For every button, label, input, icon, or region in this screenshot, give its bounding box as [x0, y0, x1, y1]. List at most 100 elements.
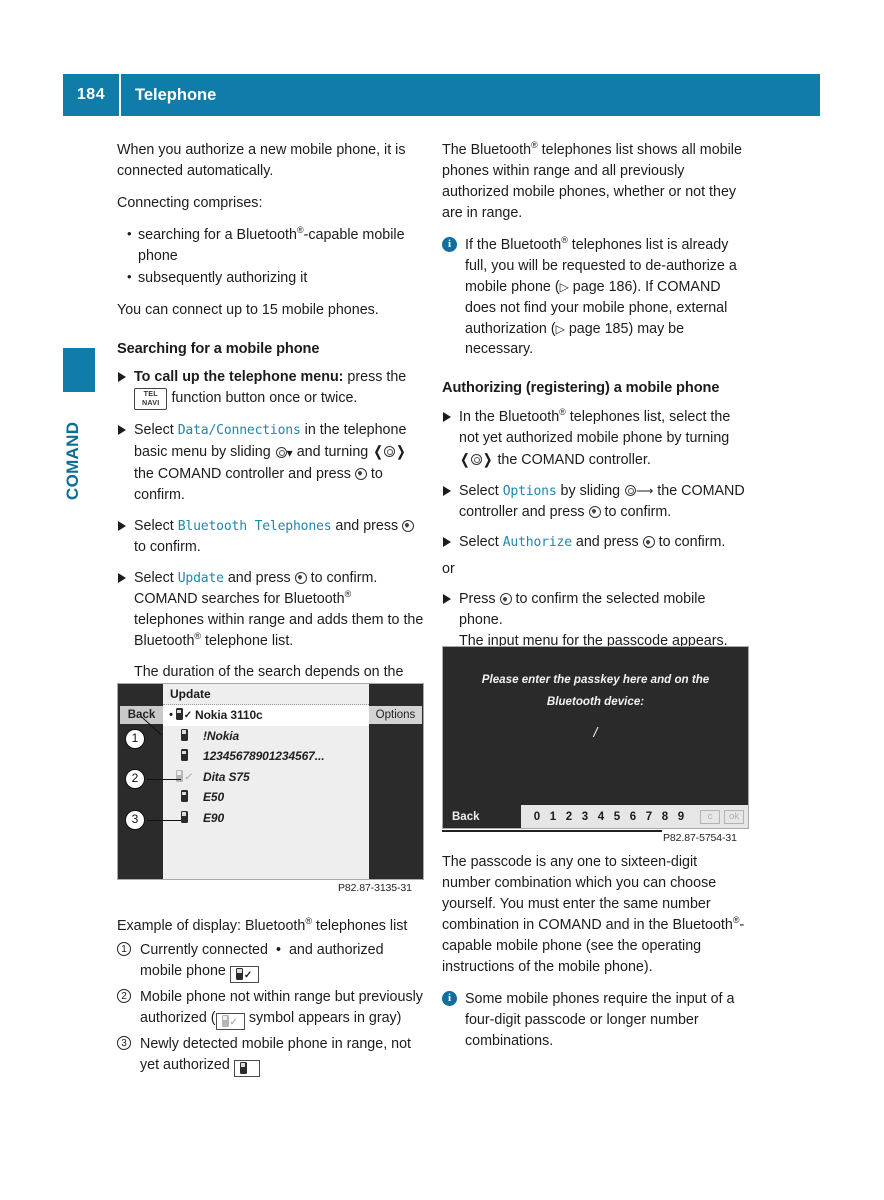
digit-key[interactable]: 9 [673, 811, 689, 823]
note-list-full: i If the Bluetooth® telephones list is a… [442, 235, 749, 361]
device-name: 12345678901234567... [203, 749, 325, 764]
screen-input-caret: / [593, 724, 598, 740]
connected-dot-icon: • [169, 708, 173, 721]
table-row[interactable]: 12345678901234567... [163, 746, 369, 767]
registered-icon: ® [732, 915, 740, 926]
screen-back-button[interactable]: Back [443, 805, 521, 828]
callout-1: 1 [125, 729, 145, 749]
phone-unauthorized-icon [175, 810, 193, 825]
screen-keypad-bar: Back 0 1 2 3 4 5 6 7 8 9 c ok [443, 805, 748, 828]
ok-key[interactable]: ok [724, 809, 744, 824]
device-name: Nokia 3110c [195, 708, 263, 723]
controller-press-icon [294, 571, 307, 584]
registered-icon: ® [531, 140, 538, 151]
paragraph-passcode-rules: The passcode is any one to sixteen-digit… [442, 854, 745, 975]
paragraph-list-description: The Bluetooth® telephones list shows all… [442, 140, 742, 221]
controller-slide-down-icon: ▾ [275, 443, 293, 464]
controller-press-icon [402, 520, 415, 533]
callout-2: 2 [125, 769, 145, 789]
digit-key[interactable]: 6 [625, 811, 641, 823]
menu-item-authorize[interactable]: Authorize [503, 535, 572, 550]
menu-item-options[interactable]: Options [503, 484, 557, 499]
list-item: 2 Mobile phone not within range but prev… [117, 987, 424, 1030]
step-press-to-confirm: Press to confirm the selected mobile pho… [442, 589, 749, 652]
step-lead-in: To call up the telephone menu: [134, 368, 344, 385]
digit-key[interactable]: 2 [561, 811, 577, 823]
legend-list: 1 Currently connected • and authorized m… [117, 940, 424, 1077]
page-reference[interactable]: page 185 [569, 321, 629, 337]
phone-unauthorized-icon [175, 749, 193, 763]
screen-back-button[interactable]: Back [120, 706, 163, 724]
menu-item-bluetooth-telephones[interactable]: Bluetooth Telephones [178, 519, 332, 534]
controller-turn-icon: ❬ ❭ [459, 450, 494, 467]
device-name: E90 [203, 810, 225, 825]
page-reference[interactable]: page 186 [573, 279, 633, 295]
table-row[interactable]: !Nokia [163, 726, 369, 747]
screen-prompt-line-1: Please enter the passkey here and on the [481, 673, 710, 686]
intro-paragraph-1: When you authorize a new mobile phone, i… [117, 142, 406, 179]
callout-leader-3 [147, 820, 181, 822]
digit-key[interactable]: 1 [545, 811, 561, 823]
registered-icon: ® [561, 234, 568, 245]
passkey-input-screenshot: Please enter the passkey here and on the… [442, 646, 749, 829]
callout-number: 1 [117, 941, 131, 956]
tel-navi-function-button-icon: TEL NAVI [134, 388, 168, 411]
alternative-separator: or [442, 561, 455, 578]
controller-press-icon [588, 505, 601, 518]
list-item: 1 Currently connected • and authorized m… [117, 940, 424, 983]
digit-key[interactable]: 3 [577, 811, 593, 823]
registered-icon: ® [305, 916, 312, 927]
bluetooth-telephones-list-screenshot: Update • ✓ Nokia 3110c !Nokia 1234567890… [117, 683, 424, 880]
controller-press-icon [354, 468, 367, 481]
menu-item-update[interactable]: Update [178, 571, 224, 586]
device-name: !Nokia [203, 728, 240, 743]
list-item: 3 Newly detected mobile phone in range, … [117, 1034, 424, 1077]
screen-list-body: Update • ✓ Nokia 3110c !Nokia 1234567890… [163, 684, 369, 879]
step-select-update: Select Update and press to confirm. COMA… [117, 568, 424, 652]
phone-unauthorized-symbol-icon [233, 1059, 260, 1077]
registered-icon: ® [296, 225, 304, 236]
section-heading-authorizing: Authorizing (registering) a mobile phone [442, 380, 720, 397]
table-row[interactable]: • ✓ Nokia 3110c [163, 705, 369, 726]
table-row[interactable]: E50 [163, 787, 369, 808]
callout-3: 3 [125, 810, 145, 830]
digit-key[interactable]: 4 [593, 811, 609, 823]
table-row[interactable]: ✓ Dita S75 [163, 767, 369, 788]
list-legend: Example of display: Bluetooth® telephone… [117, 916, 424, 1081]
intro-paragraph-2: Connecting comprises: [117, 194, 263, 211]
digit-key[interactable]: 0 [529, 811, 545, 823]
passkey-screenshot-underline [442, 830, 662, 832]
controller-turn-icon: ❬ ❭ [372, 443, 407, 460]
page-number: 184 [76, 86, 106, 103]
table-row[interactable]: E90 [163, 808, 369, 829]
figure-id-list: P82.87-3135-31 [338, 882, 412, 894]
digit-key[interactable]: 5 [609, 811, 625, 823]
step-select-authorize: Select Authorize and press to confirm. [442, 532, 749, 553]
digit-key[interactable]: 8 [657, 811, 673, 823]
phone-authorized-symbol-icon: ✓ [229, 965, 260, 983]
chapter-tab-label: COMAND [63, 421, 82, 501]
phone-unauthorized-icon [175, 790, 193, 804]
page-title: Telephone [135, 85, 217, 104]
step-select-unauthorized-phone: In the Bluetooth® telephones list, selec… [442, 407, 749, 471]
step-select-options: Select Options by sliding ⟶ the COMAND c… [442, 481, 749, 523]
digit-key[interactable]: 7 [641, 811, 657, 823]
list-item: searching for a Bluetooth®-capable mobil… [127, 224, 424, 267]
page-ref-arrow-icon: ▷ [555, 321, 565, 336]
callout-number: 3 [117, 1035, 131, 1050]
page-ref-arrow-icon: ▷ [559, 279, 569, 294]
step-select-bluetooth-telephones: Select Bluetooth Telephones and press to… [117, 516, 424, 558]
section-heading-searching: Searching for a mobile phone [117, 340, 320, 357]
controller-press-icon [499, 593, 512, 606]
step-explanation: COMAND searches for Bluetooth® telephone… [134, 589, 424, 649]
controller-slide-right-icon: ⟶ [625, 481, 653, 502]
clear-key[interactable]: c [700, 809, 720, 824]
menu-item-data-connections[interactable]: Data/Connections [178, 423, 301, 438]
list-item: subsequently authorizing it [127, 267, 424, 289]
registered-icon: ® [344, 589, 352, 600]
screen-options-button[interactable]: Options [369, 706, 422, 724]
device-name: Dita S75 [203, 769, 250, 784]
controller-press-icon [642, 536, 655, 549]
screen-list-title: Update [163, 684, 369, 705]
screen-prompt-line-2: Bluetooth device: [546, 695, 645, 709]
